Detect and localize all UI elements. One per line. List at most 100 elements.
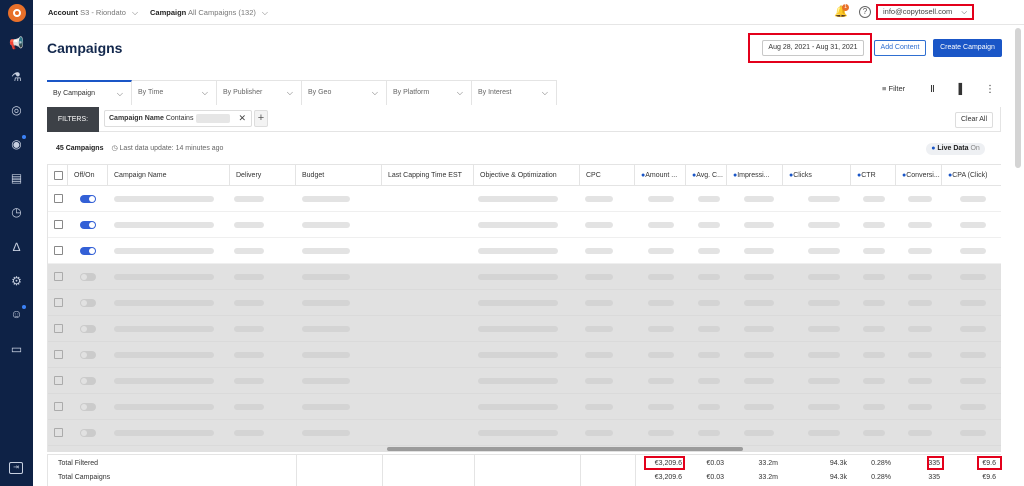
campaign-toggle[interactable] bbox=[80, 195, 96, 203]
total-campaigns-conversions: 335 bbox=[928, 474, 940, 481]
cell-redacted bbox=[648, 196, 674, 202]
cell-redacted bbox=[698, 248, 720, 254]
more-options-icon[interactable]: ⋮ bbox=[985, 84, 995, 95]
table-row[interactable] bbox=[48, 212, 1001, 238]
date-range-picker[interactable]: Aug 28, 2021 - Aug 31, 2021 bbox=[762, 40, 864, 56]
row-checkbox[interactable] bbox=[54, 194, 63, 203]
tab-by-geo[interactable]: By Geo ⌵ bbox=[302, 81, 387, 105]
total-campaigns-avg-cpc: €0.03 bbox=[706, 474, 724, 481]
select-all-checkbox[interactable] bbox=[54, 171, 63, 180]
account-selector[interactable]: Account S3 - Riondato ⌵ bbox=[48, 8, 138, 18]
user-email: info@copytosell.com bbox=[883, 7, 953, 16]
row-checkbox[interactable] bbox=[54, 246, 63, 255]
cell-redacted bbox=[808, 248, 840, 254]
logo-icon[interactable] bbox=[8, 4, 26, 22]
users-icon[interactable]: ☺ bbox=[9, 305, 26, 322]
amount-highlight bbox=[644, 456, 685, 470]
sidebar: 📢 ⚗ ◎ ◉ ▤ ◷ ∆ ⚙ ☺ ▭ ⇥ bbox=[0, 0, 33, 486]
table-loading-overlay bbox=[48, 264, 1001, 452]
bell-icon[interactable]: 🔔 1 bbox=[834, 4, 849, 19]
clear-all-button[interactable]: Clear All bbox=[955, 112, 993, 128]
campaign-toggle[interactable] bbox=[80, 247, 96, 255]
collapse-sidebar-icon[interactable]: ⇥ bbox=[9, 462, 23, 474]
column-header[interactable]: ●CTR bbox=[851, 165, 896, 186]
vertical-scrollbar[interactable] bbox=[1015, 28, 1021, 168]
total-campaigns-impressions: 33.2m bbox=[758, 474, 778, 481]
help-icon[interactable]: ? bbox=[859, 6, 871, 18]
cell-redacted bbox=[863, 196, 885, 202]
megaphone-icon[interactable]: 📢 bbox=[9, 36, 24, 51]
total-filtered-impressions: 33.2m bbox=[758, 460, 778, 467]
horizontal-scrollbar[interactable] bbox=[387, 447, 743, 451]
column-header[interactable]: ●Impressi... bbox=[727, 165, 783, 186]
tab-by-publisher[interactable]: By Publisher ⌵ bbox=[217, 81, 302, 105]
close-icon[interactable]: ✕ bbox=[238, 111, 246, 126]
clock-icon[interactable]: ◷ bbox=[9, 205, 24, 220]
total-campaigns-label: Total Campaigns bbox=[58, 474, 111, 481]
wallet-icon[interactable]: ▭ bbox=[9, 342, 24, 357]
live-dot-icon: ● bbox=[931, 145, 936, 152]
filter-value-redacted bbox=[196, 113, 231, 123]
column-header[interactable]: ●CPA (Click) bbox=[942, 165, 1001, 186]
filter-label: Filter bbox=[888, 84, 906, 93]
total-filtered-label: Total Filtered bbox=[58, 460, 99, 467]
cell-redacted bbox=[698, 196, 720, 202]
cell-redacted bbox=[648, 222, 674, 228]
column-header[interactable]: ●Avg. C... bbox=[686, 165, 727, 186]
column-header[interactable]: Delivery bbox=[230, 165, 296, 186]
add-filter-button[interactable]: + bbox=[254, 110, 268, 127]
cell-redacted bbox=[234, 222, 264, 228]
columns-icon[interactable]: Ⅱ bbox=[930, 84, 935, 95]
campaign-name-redacted[interactable] bbox=[114, 248, 214, 254]
cell-redacted bbox=[960, 196, 986, 202]
campaign-name-redacted[interactable] bbox=[114, 222, 214, 228]
column-header[interactable]: ●Amount ... bbox=[635, 165, 686, 186]
filter-chip[interactable]: Campaign Name Contains ✕ bbox=[104, 110, 252, 127]
total-filtered-ctr: 0.28% bbox=[871, 460, 891, 467]
column-header[interactable]: Off/On bbox=[68, 165, 108, 186]
funnel-icon[interactable]: ⚗ bbox=[9, 70, 24, 85]
live-data-toggle[interactable]: ● Live Data On bbox=[926, 143, 985, 155]
column-header[interactable]: CPC bbox=[580, 165, 635, 186]
clock-icon: ◷ bbox=[111, 145, 118, 152]
total-campaigns-cpa: €9.6 bbox=[982, 474, 996, 481]
cell-redacted bbox=[585, 222, 613, 228]
table-row[interactable] bbox=[48, 186, 1001, 212]
tab-by-campaign[interactable]: By Campaign ⌵ bbox=[47, 80, 132, 105]
cell-redacted bbox=[478, 222, 558, 228]
column-header[interactable]: Last Capping Time EST bbox=[382, 165, 474, 186]
column-header[interactable]: Budget bbox=[296, 165, 382, 186]
column-header[interactable]: ●Clicks bbox=[783, 165, 851, 186]
cell-redacted bbox=[585, 196, 613, 202]
cell-redacted bbox=[744, 248, 774, 254]
cell-redacted bbox=[302, 222, 350, 228]
user-menu[interactable]: info@copytosell.com ⌵ bbox=[876, 4, 974, 20]
column-header[interactable]: Objective & Optimization bbox=[474, 165, 580, 186]
add-content-button[interactable]: Add Content bbox=[874, 40, 926, 56]
flask-icon[interactable]: ∆ bbox=[9, 240, 24, 255]
breakdown-tabs: By Campaign ⌵ By Time ⌵ By Publisher ⌵ By G… bbox=[47, 80, 557, 105]
filters-label: FILTERS: bbox=[47, 107, 99, 132]
cell-redacted bbox=[585, 248, 613, 254]
gear-icon[interactable]: ⚙ bbox=[9, 274, 24, 289]
table-row[interactable] bbox=[48, 238, 1001, 264]
campaign-selector[interactable]: Campaign All Campaigns (132) ⌵ bbox=[150, 8, 268, 18]
tab-by-platform[interactable]: By Platform ⌵ bbox=[387, 81, 472, 105]
campaign-toggle[interactable] bbox=[80, 221, 96, 229]
report-icon[interactable]: ▤ bbox=[9, 171, 24, 186]
column-header[interactable]: Campaign Name bbox=[108, 165, 230, 186]
table-header: Off/On Campaign Name Delivery Budget Las… bbox=[48, 164, 1001, 186]
tab-by-time[interactable]: By Time ⌵ bbox=[132, 81, 217, 105]
globe-icon[interactable]: ◎ bbox=[9, 103, 24, 118]
chart-icon[interactable]: ▐ bbox=[955, 84, 962, 95]
campaign-name-redacted[interactable] bbox=[114, 196, 214, 202]
column-header[interactable]: ●Conversi... bbox=[896, 165, 942, 186]
cell-redacted bbox=[960, 248, 986, 254]
filter-toggle[interactable]: ≡ Filter bbox=[882, 84, 905, 96]
tab-by-interest[interactable]: By Interest ⌵ bbox=[472, 81, 557, 105]
cell-redacted bbox=[234, 248, 264, 254]
target-icon[interactable]: ◉ bbox=[9, 135, 26, 152]
row-checkbox[interactable] bbox=[54, 220, 63, 229]
cell-redacted bbox=[808, 222, 840, 228]
create-campaign-button[interactable]: Create Campaign bbox=[933, 39, 1002, 57]
